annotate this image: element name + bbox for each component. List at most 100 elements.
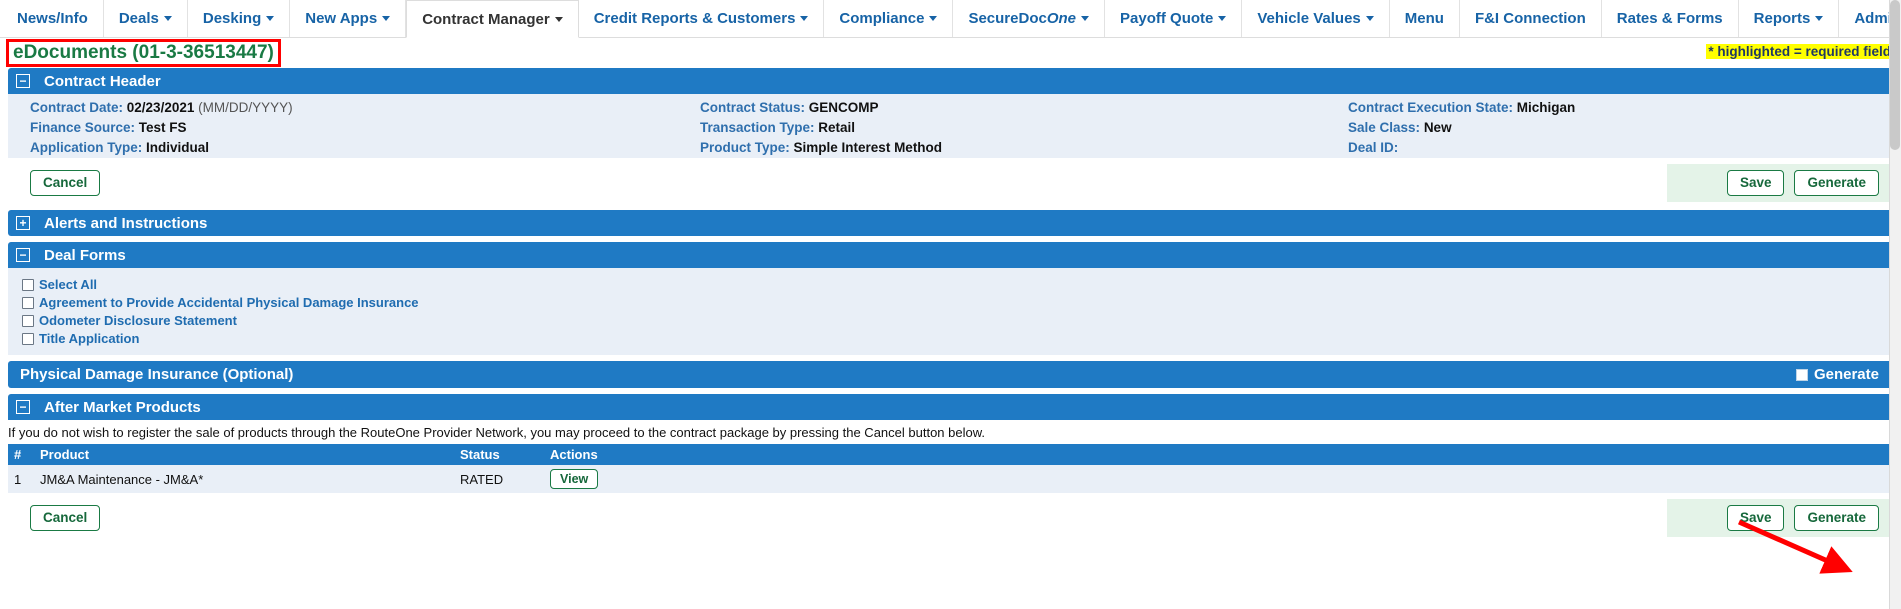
- collapse-toggle-icon[interactable]: −: [16, 74, 30, 88]
- checkbox-row-apdi[interactable]: Agreement to Provide Accidental Physical…: [22, 295, 1893, 310]
- nav-label: Rates & Forms: [1616, 10, 1723, 27]
- save-button-bottom[interactable]: Save: [1726, 505, 1785, 532]
- nav-item-desking[interactable]: Desking: [187, 0, 291, 37]
- nav-label: News/Info: [17, 10, 88, 27]
- checkbox-row-title-application[interactable]: Title Application: [22, 331, 1893, 346]
- field-label: Finance Source:: [30, 120, 136, 135]
- column-header-number: #: [8, 444, 34, 466]
- page-header-row: eDocuments (01-3-36513447) * highlighted…: [0, 38, 1901, 68]
- contract-header-actions-left: Cancel: [8, 170, 101, 197]
- alerts-panel-title-bar[interactable]: + Alerts and Instructions: [8, 210, 1893, 237]
- view-product-button[interactable]: View: [550, 469, 599, 490]
- field-label: Contract Date:: [30, 100, 124, 115]
- after-market-panel-title-bar[interactable]: − After Market Products: [8, 394, 1893, 421]
- collapse-toggle-icon[interactable]: −: [16, 400, 30, 415]
- cell-status: RATED: [454, 465, 544, 494]
- deal-forms-panel-title-bar[interactable]: − Deal Forms: [8, 242, 1893, 269]
- table-row: 1 JM&A Maintenance - JM&A* RATED View: [8, 465, 1893, 494]
- field-label: Application Type:: [30, 140, 143, 155]
- deal-forms-title: Deal Forms: [44, 246, 126, 264]
- field-product-type: Product Type: Simple Interest Method: [700, 139, 1348, 156]
- checkbox-agreement-accidental-physical-damage-insurance[interactable]: [22, 296, 34, 309]
- nav-item-fi-connection[interactable]: F&I Connection: [1459, 0, 1602, 37]
- contract-header-panel-title-bar[interactable]: − Contract Header: [8, 68, 1893, 94]
- nav-item-compliance[interactable]: Compliance: [824, 0, 954, 37]
- save-button-top[interactable]: Save: [1726, 170, 1785, 197]
- field-value: Individual: [146, 140, 210, 155]
- checkbox-select-all[interactable]: [22, 278, 34, 291]
- physical-damage-insurance-bar[interactable]: Physical Damage Insurance (Optional) Gen…: [8, 361, 1893, 389]
- required-field-note: * highlighted = required field: [1706, 44, 1893, 59]
- nav-item-new-apps[interactable]: New Apps: [290, 0, 407, 37]
- contract-header-title: Contract Header: [44, 72, 161, 90]
- nav-item-menu[interactable]: Menu: [1389, 0, 1460, 37]
- physical-damage-generate-group[interactable]: Generate: [1795, 366, 1879, 383]
- cancel-button-top[interactable]: Cancel: [30, 170, 101, 197]
- nav-label: SecureDocOne: [968, 10, 1077, 27]
- nav-label: Menu: [1404, 10, 1444, 27]
- nav-item-contract-manager[interactable]: Contract Manager: [406, 0, 579, 38]
- deal-forms-body: Select All Agreement to Provide Accident…: [8, 268, 1893, 356]
- nav-item-rates-forms[interactable]: Rates & Forms: [1601, 0, 1739, 37]
- cell-actions: View: [544, 465, 1893, 494]
- field-value: Test FS: [138, 120, 187, 135]
- field-label: Product Type:: [700, 140, 790, 155]
- page-title: eDocuments (01-3-36513447): [6, 39, 281, 67]
- nav-label: F&I Connection: [1474, 10, 1586, 27]
- chevron-down-icon: [929, 16, 938, 21]
- checkbox-label[interactable]: Title Application: [39, 331, 139, 346]
- field-deal-id: Deal ID:: [1348, 139, 1893, 156]
- field-label: Contract Status:: [700, 100, 806, 115]
- deal-forms-checkbox-list: Select All Agreement to Provide Accident…: [8, 273, 1893, 353]
- nav-item-securedocone[interactable]: SecureDocOne: [953, 0, 1106, 37]
- expand-toggle-icon[interactable]: +: [16, 216, 30, 231]
- checkbox-row-odometer[interactable]: Odometer Disclosure Statement: [22, 313, 1893, 328]
- nav-label: Deals: [118, 10, 159, 27]
- nav-item-vehicle-values[interactable]: Vehicle Values: [1242, 0, 1390, 37]
- scrollbar-thumb[interactable]: [1890, 0, 1900, 150]
- nav-label: Payoff Quote: [1120, 10, 1214, 27]
- column-header-actions: Actions: [544, 444, 1893, 466]
- nav-label: New Apps: [305, 10, 378, 27]
- contract-header-actions: Cancel Save Generate: [8, 158, 1893, 209]
- checkbox-label[interactable]: Select All: [39, 277, 97, 292]
- checkbox-odometer-disclosure-statement[interactable]: [22, 314, 34, 327]
- field-contract-execution-state: Contract Execution State: Michigan: [1348, 99, 1893, 116]
- checkbox-title-application[interactable]: [22, 332, 34, 345]
- contract-header-fields: Contract Date: 02/23/2021 (MM/DD/YYYY) C…: [8, 99, 1893, 156]
- after-market-note: If you do not wish to register the sale …: [0, 420, 1901, 445]
- generate-button-top[interactable]: Generate: [1794, 170, 1879, 197]
- field-value: Retail: [818, 120, 856, 135]
- field-application-type: Application Type: Individual: [30, 139, 700, 156]
- field-label: Contract Execution State:: [1348, 100, 1514, 115]
- nav-item-credit-reports-customers[interactable]: Credit Reports & Customers: [578, 0, 825, 37]
- nav-item-news-info[interactable]: News/Info: [2, 0, 104, 37]
- field-value: 02/23/2021: [126, 100, 195, 115]
- generate-button-bottom[interactable]: Generate: [1794, 505, 1879, 532]
- contract-header-panel: − Contract Header Contract Date: 02/23/2…: [8, 68, 1893, 209]
- nav-label: Contract Manager: [422, 10, 550, 28]
- alerts-instructions-panel: + Alerts and Instructions: [8, 210, 1893, 237]
- chevron-down-icon: [266, 16, 275, 21]
- nav-item-deals[interactable]: Deals: [103, 0, 188, 37]
- page-scrollbar[interactable]: [1889, 0, 1901, 609]
- main-navigation: News/Info Deals Desking New Apps Contrac…: [0, 0, 1901, 38]
- checkbox-label[interactable]: Agreement to Provide Accidental Physical…: [39, 295, 419, 310]
- checkbox-row-select-all[interactable]: Select All: [22, 277, 1893, 292]
- checkbox-generate-physical-damage[interactable]: [1795, 368, 1808, 381]
- chevron-down-icon: [1365, 16, 1374, 21]
- nav-label: Desking: [202, 10, 262, 27]
- nav-label: Vehicle Values: [1257, 10, 1361, 27]
- field-hint: (MM/DD/YYYY): [198, 100, 293, 115]
- nav-item-reports[interactable]: Reports: [1738, 0, 1840, 37]
- collapse-toggle-icon[interactable]: −: [16, 248, 30, 263]
- field-finance-source: Finance Source: Test FS: [30, 119, 700, 136]
- column-header-product: Product: [34, 444, 454, 466]
- field-value: New: [1423, 120, 1452, 135]
- contract-header-actions-right: Save Generate: [1666, 164, 1893, 203]
- checkbox-label[interactable]: Odometer Disclosure Statement: [39, 313, 237, 328]
- nav-item-payoff-quote[interactable]: Payoff Quote: [1105, 0, 1243, 37]
- cancel-button-bottom[interactable]: Cancel: [30, 505, 101, 532]
- chevron-down-icon: [1815, 16, 1824, 21]
- field-label: Transaction Type:: [700, 120, 815, 135]
